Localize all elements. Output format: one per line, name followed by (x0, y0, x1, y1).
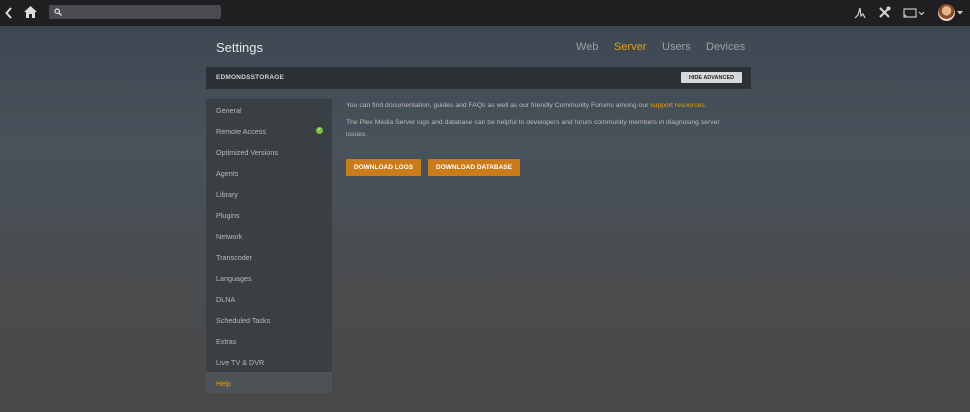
top-bar (0, 0, 970, 26)
sidebar-item-live-tv-dvr[interactable]: Live TV & DVR (206, 351, 332, 372)
tab-devices[interactable]: Devices (706, 41, 745, 53)
cast-icon[interactable] (903, 7, 925, 19)
sidebar-item-label: DLNA (216, 295, 236, 304)
tab-users[interactable]: Users (662, 41, 691, 53)
sidebar-item-remote-access[interactable]: Remote Access ✓ (206, 120, 332, 141)
help-logs-text: The Plex Media Server logs and database … (346, 119, 720, 138)
server-header: EDMONDSSTORAGE HIDE ADVANCED (206, 67, 751, 89)
sidebar-item-help[interactable]: Help (206, 372, 332, 393)
sidebar-item-label: Help (216, 379, 231, 388)
home-icon[interactable] (22, 4, 38, 20)
sidebar-item-label: Plugins (216, 211, 240, 220)
tools-icon[interactable] (877, 5, 892, 20)
check-icon: ✓ (316, 127, 323, 134)
settings-sidebar: General Remote Access ✓ Optimized Version… (206, 99, 332, 393)
server-name: EDMONDSSTORAGE (216, 74, 285, 81)
sidebar-item-scheduled-tasks[interactable]: Scheduled Tasks (206, 309, 332, 330)
activity-icon[interactable] (853, 6, 867, 20)
sidebar-item-extras[interactable]: Extras (206, 330, 332, 351)
sidebar-item-label: Extras (216, 337, 237, 346)
page-title: Settings (216, 40, 263, 55)
sidebar-item-languages[interactable]: Languages (206, 267, 332, 288)
tab-server[interactable]: Server (614, 41, 646, 53)
sidebar-item-label: Agents (216, 169, 239, 178)
sidebar-item-label: Library (216, 190, 238, 199)
chevron-down-icon[interactable] (956, 10, 963, 16)
download-logs-button[interactable]: DOWNLOAD LOGS (346, 159, 421, 176)
help-intro-body: You can find documentation, guides and F… (346, 102, 651, 109)
search-icon (53, 7, 62, 16)
chevron-left-icon[interactable] (4, 6, 13, 20)
sidebar-item-label: General (216, 106, 242, 115)
sidebar-item-general[interactable]: General (206, 99, 332, 120)
sidebar-item-network[interactable]: Network (206, 225, 332, 246)
sidebar-item-label: Languages (216, 274, 252, 283)
sidebar-item-plugins[interactable]: Plugins (206, 204, 332, 225)
sidebar-item-label: Live TV & DVR (216, 358, 265, 367)
sidebar-item-agents[interactable]: Agents (206, 162, 332, 183)
sidebar-item-transcoder[interactable]: Transcoder (206, 246, 332, 267)
sidebar-item-label: Optimized Versions (216, 148, 278, 157)
sidebar-item-label: Remote Access (216, 127, 266, 136)
download-database-button[interactable]: DOWNLOAD DATABASE (428, 159, 520, 176)
hide-advanced-button[interactable]: HIDE ADVANCED (681, 72, 742, 83)
sidebar-item-label: Scheduled Tasks (216, 316, 271, 325)
sidebar-item-library[interactable]: Library (206, 183, 332, 204)
search-input[interactable] (49, 5, 221, 19)
sidebar-item-optimized-versions[interactable]: Optimized Versions (206, 141, 332, 162)
tab-web[interactable]: Web (576, 41, 598, 53)
sidebar-item-label: Network (216, 232, 243, 241)
sidebar-item-dlna[interactable]: DLNA (206, 288, 332, 309)
help-intro-end: . (704, 102, 707, 109)
support-resources-link[interactable]: support resources (650, 102, 704, 109)
help-intro-text: You can find documentation, guides and F… (346, 100, 707, 112)
user-avatar[interactable] (938, 4, 955, 21)
sidebar-item-label: Transcoder (216, 253, 253, 262)
